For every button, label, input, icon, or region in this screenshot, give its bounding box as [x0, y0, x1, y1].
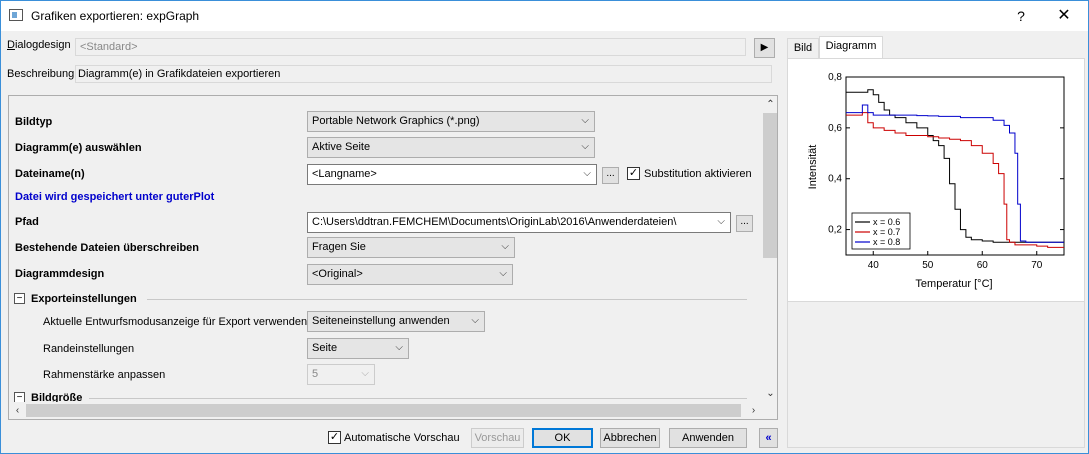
vorschau-button[interactable]: Vorschau — [471, 428, 524, 448]
substitution-label: Substitution aktivieren — [644, 168, 752, 180]
rahmenstaerke-select: 5 ⌵ — [307, 364, 375, 385]
dateiname-browse-button[interactable]: ... — [602, 167, 619, 184]
chevron-down-icon: ⌵ — [717, 216, 725, 227]
diagramm-auswaehlen-select[interactable]: Aktive Seite ⌵ — [307, 137, 595, 158]
abbrechen-button[interactable]: Abbrechen — [600, 428, 660, 448]
section-divider — [147, 299, 747, 300]
scroll-left-icon[interactable]: ‹ — [9, 402, 26, 419]
scroll-thumb[interactable] — [26, 404, 741, 417]
preview-pane: Intensität Temperatur [°C] 40 50 60 70 0,2 0,… — [787, 58, 1085, 302]
tab-bild[interactable]: Bild — [787, 38, 819, 58]
beschreibung-label: Beschreibung — [7, 68, 75, 80]
x-tick-label: 60 — [977, 260, 989, 271]
x-tick-label: 70 — [1031, 260, 1043, 271]
ueberschreiben-label: Bestehende Dateien überschreiben — [15, 242, 200, 254]
legend-label: x = 0.8 — [873, 237, 900, 247]
x-tick-label: 40 — [868, 260, 880, 271]
diagrammdesign-label: Diagrammdesign — [15, 268, 105, 280]
dateiname-label: Dateiname(n) — [15, 168, 85, 180]
dialog-window: Grafiken exportieren: expGraph ? ✕ Dialo… — [0, 0, 1089, 454]
exporteinstellungen-toggle[interactable]: − — [14, 293, 25, 304]
auto-preview-label: Automatische Vorschau — [344, 432, 460, 444]
chevron-down-icon: ⌵ — [583, 168, 591, 179]
dialogdesign-field[interactable]: <Standard> — [75, 38, 746, 56]
x-axis-label: Temperatur [°C] — [915, 278, 992, 290]
y-tick-label: 0,6 — [828, 123, 842, 134]
exporteinstellungen-label: Exporteinstellungen — [31, 293, 137, 305]
entwurfsmodus-label: Aktuelle Entwurfsmodusanzeige für Export… — [43, 316, 308, 328]
chevron-down-icon: ⌵ — [395, 342, 403, 353]
legend-label: x = 0.7 — [873, 227, 900, 237]
pfad-combo[interactable]: C:\Users\ddtran.FEMCHEM\Documents\Origin… — [307, 212, 731, 233]
settings-panel: Bildtyp Portable Network Graphics (*.png… — [8, 95, 778, 420]
chevron-down-icon: ⌵ — [471, 315, 479, 326]
bildtyp-select[interactable]: Portable Network Graphics (*.png) ⌵ — [307, 111, 595, 132]
y-tick-label: 0,8 — [828, 72, 842, 83]
chevron-down-icon: ⌵ — [581, 115, 589, 126]
diagrammdesign-select[interactable]: <Original> ⌵ — [307, 264, 513, 285]
beschreibung-field: Diagramm(e) in Grafikdateien exportieren — [75, 65, 772, 83]
help-button[interactable]: ? — [1011, 5, 1031, 27]
title-bar: Grafiken exportieren: expGraph ? ✕ — [1, 1, 1088, 31]
dateiname-combo[interactable]: <Langname> ⌵ — [307, 164, 597, 185]
anwenden-button[interactable]: Anwenden — [669, 428, 747, 448]
preview-chart: Intensität Temperatur [°C] 40 50 60 70 0,2 0,… — [807, 72, 1065, 290]
randeinstellungen-label: Randeinstellungen — [43, 343, 135, 355]
section-divider — [89, 398, 747, 399]
close-button[interactable]: ✕ — [1053, 5, 1075, 27]
horizontal-scrollbar[interactable]: ‹ › — [9, 402, 762, 419]
scroll-right-icon[interactable]: › — [745, 402, 762, 419]
scroll-up-icon[interactable]: ⌃ — [762, 96, 777, 113]
legend-label: x = 0.6 — [873, 217, 900, 227]
window-title: Grafiken exportieren: expGraph — [31, 9, 200, 23]
ueberschreiben-select[interactable]: Fragen Sie ⌵ — [307, 237, 515, 258]
preview-empty-area — [787, 302, 1085, 448]
chevron-down-icon: ⌵ — [581, 141, 589, 152]
auto-preview-checkbox[interactable]: ✓ — [328, 431, 341, 444]
bildtyp-label: Bildtyp — [15, 116, 53, 128]
randeinstellungen-select[interactable]: Seite ⌵ — [307, 338, 409, 359]
y-tick-label: 0,4 — [828, 174, 842, 185]
dialogdesign-label: Dialogdesign — [7, 39, 71, 51]
collapse-preview-button[interactable]: « — [759, 428, 778, 448]
pfad-label: Pfad — [15, 216, 39, 228]
plot-area: 40 50 60 70 0,2 0,4 0,6 0,8 x = 0.6x = 0.7x = 0.… — [828, 72, 1065, 271]
ok-button[interactable]: OK — [532, 428, 593, 448]
y-tick-label: 0,2 — [828, 225, 842, 236]
y-axis-label: Intensität — [807, 145, 819, 190]
vertical-scrollbar[interactable]: ⌃ ⌄ — [762, 96, 777, 402]
chevron-down-icon: ⌵ — [361, 368, 369, 379]
rahmenstaerke-label: Rahmenstärke anpassen — [43, 369, 166, 381]
entwurfsmodus-select[interactable]: Seiteneinstellung anwenden ⌵ — [307, 311, 485, 332]
substitution-checkbox[interactable]: ✓ — [627, 167, 640, 180]
app-icon — [9, 9, 23, 21]
pfad-browse-button[interactable]: ... — [736, 215, 753, 232]
diagramm-auswaehlen-label: Diagramm(e) auswählen — [15, 142, 142, 154]
tab-diagramm[interactable]: Diagramm — [819, 36, 883, 58]
x-tick-label: 50 — [922, 260, 934, 271]
chevron-down-icon: ⌵ — [499, 268, 507, 279]
dialogdesign-arrow-button[interactable]: ▶ — [754, 38, 775, 58]
scroll-down-icon[interactable]: ⌄ — [762, 385, 777, 402]
scroll-thumb[interactable] — [763, 113, 777, 258]
save-info-text: Datei wird gespeichert unter guterPlot — [15, 191, 215, 203]
chevron-down-icon: ⌵ — [501, 241, 509, 252]
